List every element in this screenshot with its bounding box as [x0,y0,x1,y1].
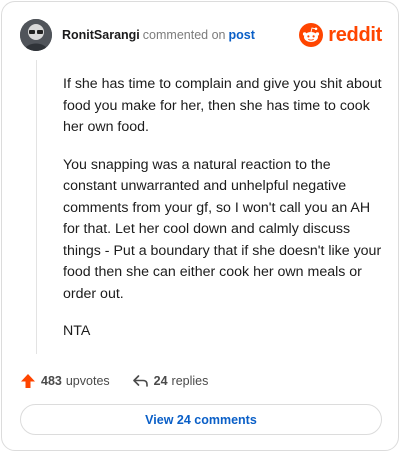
comment-paragraph: If she has time to complain and give you… [63,76,382,135]
comment-paragraph: You snapping was a natural reaction to t… [63,156,382,302]
username-link[interactable]: RonitSarangi [62,28,140,42]
upvote-arrow-icon [21,374,35,388]
upvote-count: 483 [41,374,62,388]
commented-on-text: commented on [142,28,226,42]
comment-card: RonitSarangi commented on post reddit If s… [1,1,399,451]
upvote-label: upvotes [65,374,110,388]
reddit-snoo-icon [299,23,324,47]
comment-header: RonitSarangi commented on post reddit [20,18,382,52]
comment-actions: 483 upvotes 24 replies [20,369,208,393]
view-comments-button[interactable]: View 24 comments [20,404,382,435]
comment-body: If she has time to complain and give you… [63,74,385,359]
reply-label: replies [171,374,209,388]
reply-arrow-icon [132,375,148,387]
reddit-wordmark: reddit [328,23,382,46]
upvote-button[interactable]: 483 upvotes [20,373,110,389]
post-link[interactable]: post [228,28,254,42]
thread-line[interactable] [36,60,37,354]
comment-paragraph: NTA [63,323,91,339]
reddit-logo[interactable]: reddit [299,23,382,47]
user-avatar[interactable] [20,19,52,51]
comment-meta: RonitSarangi commented on post [62,28,255,42]
reply-count: 24 [153,374,168,388]
reply-button[interactable]: 24 replies [132,373,209,389]
